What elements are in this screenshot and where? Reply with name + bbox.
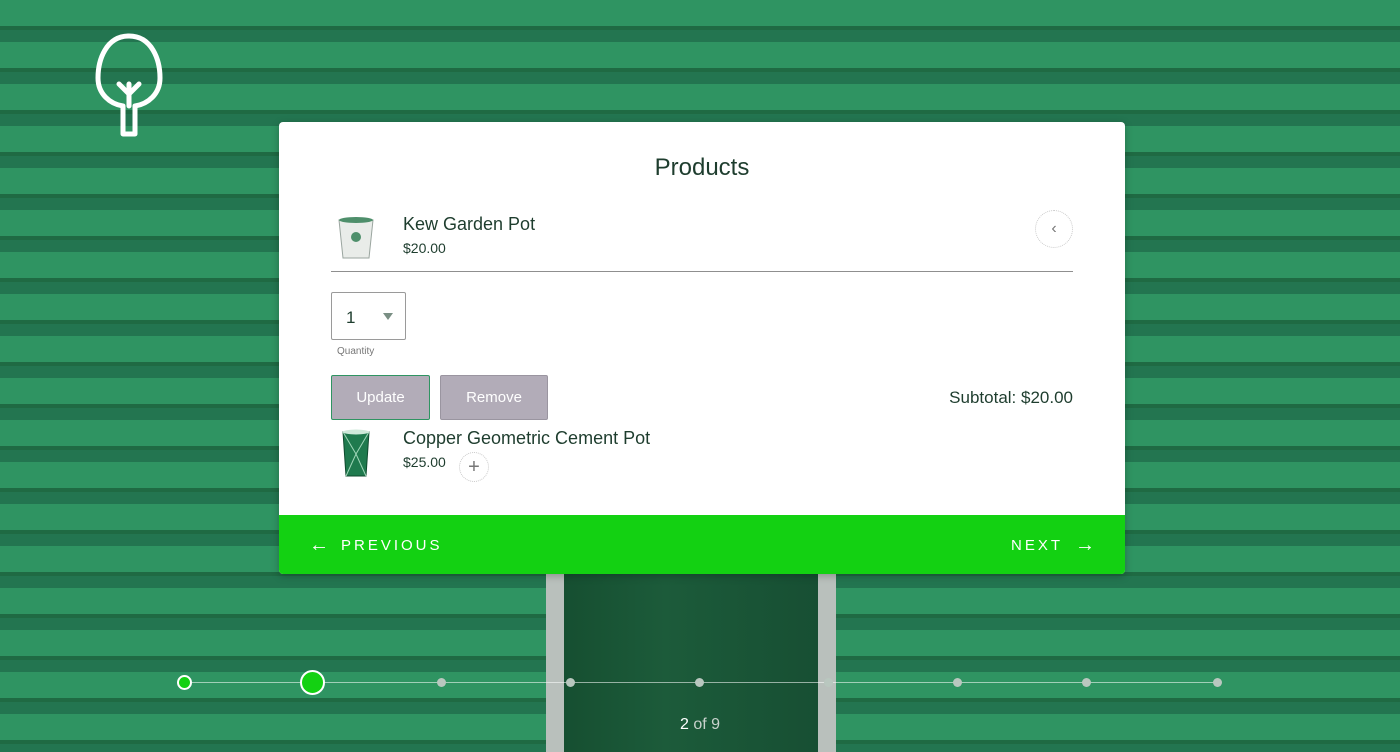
chevron-left-icon: ‹ bbox=[1051, 220, 1057, 237]
quantity-value: 1 bbox=[346, 308, 356, 327]
product-thumbnail bbox=[342, 429, 370, 477]
previous-button[interactable]: ← PREVIOUS bbox=[309, 535, 443, 555]
plus-icon: + bbox=[468, 455, 480, 478]
product-name: Copper Geometric Cement Pot bbox=[403, 428, 651, 448]
step-7[interactable] bbox=[953, 678, 962, 687]
update-button[interactable]: Update bbox=[331, 375, 430, 420]
tree-logo-icon[interactable] bbox=[92, 30, 166, 140]
product-thumbnail bbox=[338, 217, 374, 259]
subtotal: Subtotal: $20.00 bbox=[949, 388, 1073, 407]
quantity-select[interactable]: 1 bbox=[331, 292, 406, 340]
total-pages: of 9 bbox=[693, 716, 721, 733]
current-page: 2 bbox=[679, 716, 689, 733]
step-8[interactable] bbox=[1082, 678, 1091, 687]
step-4[interactable] bbox=[566, 678, 575, 687]
product-price: $20.00 bbox=[403, 240, 446, 256]
progress-stepper bbox=[0, 660, 1400, 710]
product-item-kew-garden-pot[interactable]: Kew Garden Pot $20.00 ‹ bbox=[331, 210, 1073, 272]
step-2[interactable] bbox=[300, 670, 325, 695]
products-card: Products Kew Garden Pot $20.00 ‹ 1 Quant… bbox=[279, 122, 1125, 574]
step-5[interactable] bbox=[695, 678, 704, 687]
collapse-button[interactable]: ‹ bbox=[1035, 210, 1073, 248]
next-button[interactable]: NEXT → bbox=[1011, 535, 1095, 555]
caret-down-icon bbox=[383, 313, 393, 320]
product-price: $25.00 bbox=[403, 454, 446, 470]
page-title: Products bbox=[654, 154, 750, 181]
arrow-right-icon: → bbox=[1075, 534, 1095, 556]
quantity-label: Quantity bbox=[337, 346, 375, 357]
page-indicator: 2 of 9 bbox=[640, 716, 760, 734]
arrow-left-icon: ← bbox=[309, 534, 329, 556]
step-9[interactable] bbox=[1213, 678, 1222, 687]
add-product-button[interactable]: + bbox=[459, 452, 489, 482]
card-footer: ← PREVIOUS NEXT → bbox=[279, 515, 1125, 574]
step-3[interactable] bbox=[437, 678, 446, 687]
product-item-copper-geometric-cement-pot[interactable]: Copper Geometric Cement Pot $25.00 bbox=[331, 424, 1073, 482]
step-6[interactable] bbox=[824, 678, 833, 687]
previous-label: PREVIOUS bbox=[341, 536, 443, 554]
product-name: Kew Garden Pot bbox=[403, 214, 536, 234]
remove-button[interactable]: Remove bbox=[440, 375, 548, 420]
next-label: NEXT bbox=[1010, 536, 1063, 554]
step-1[interactable] bbox=[177, 675, 192, 690]
